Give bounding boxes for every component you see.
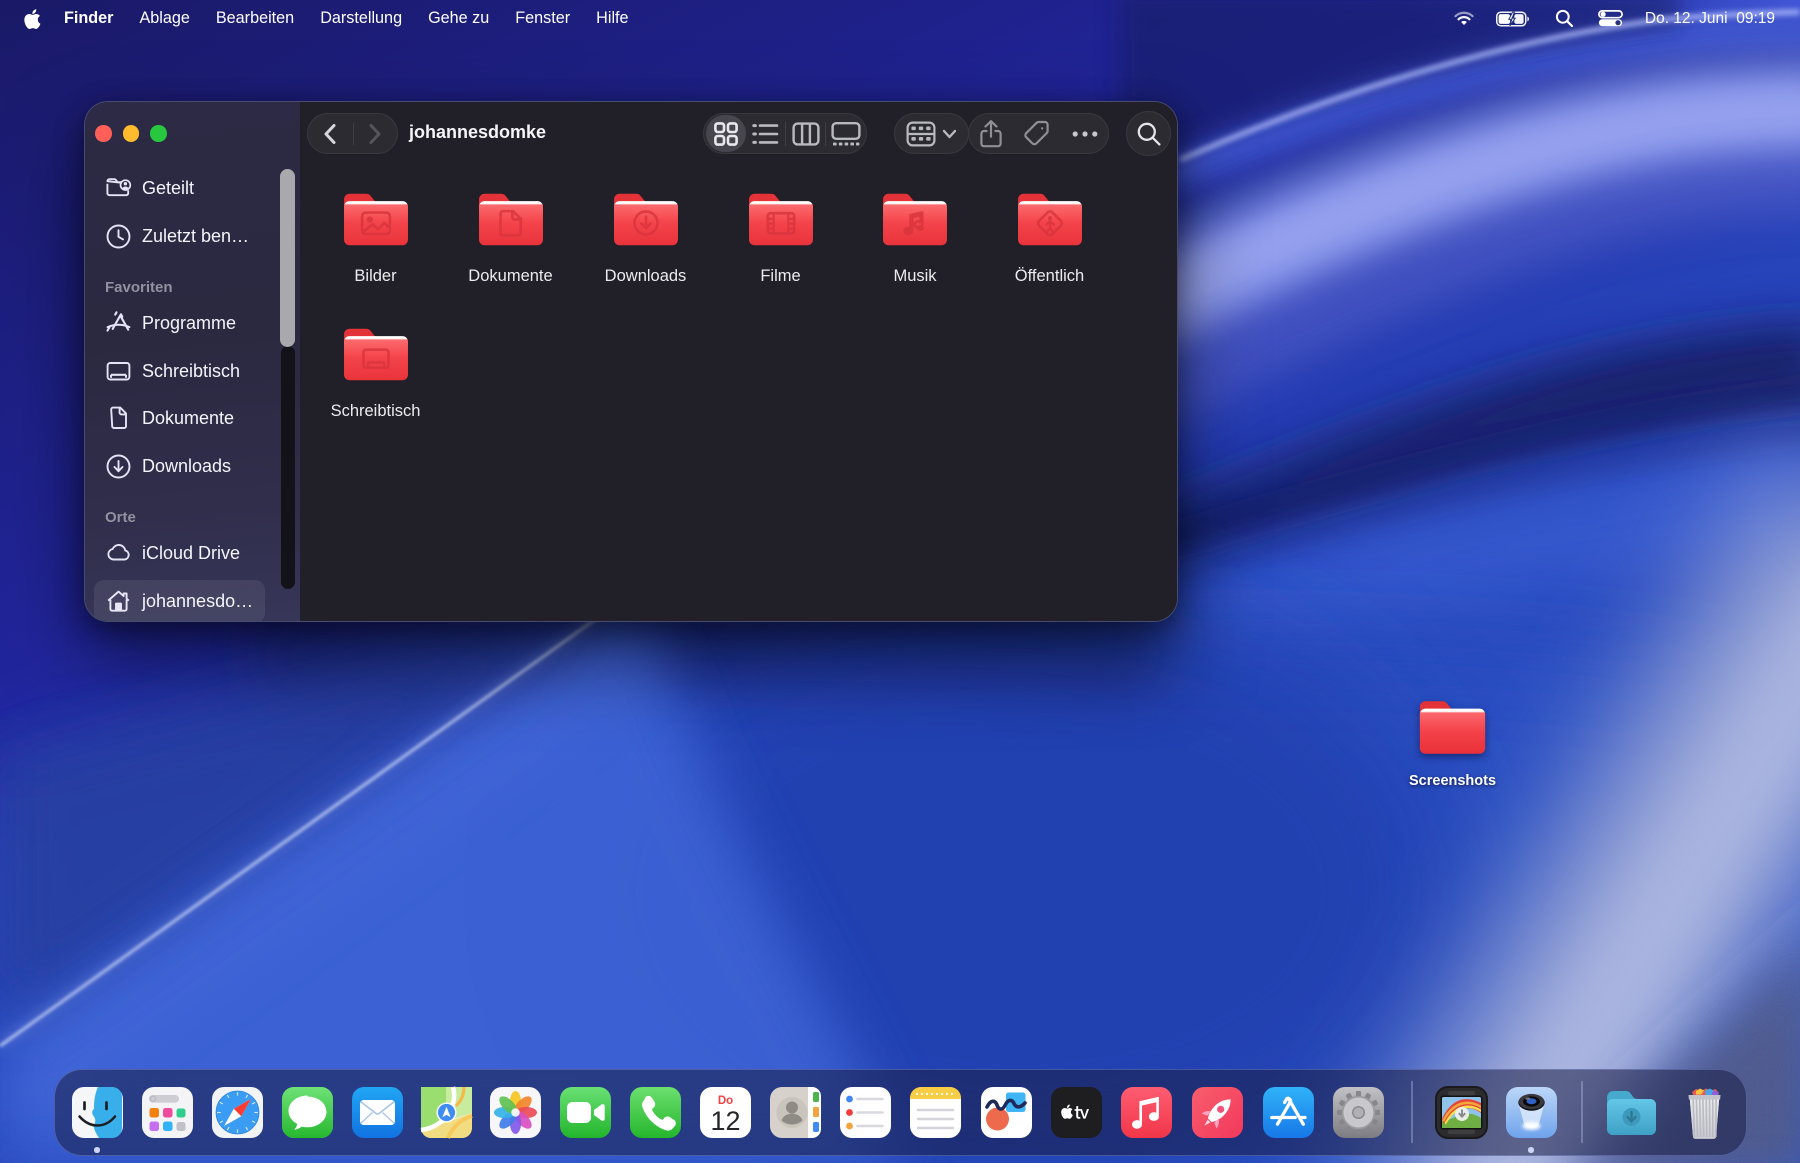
svg-text:12: 12 xyxy=(710,1106,740,1136)
